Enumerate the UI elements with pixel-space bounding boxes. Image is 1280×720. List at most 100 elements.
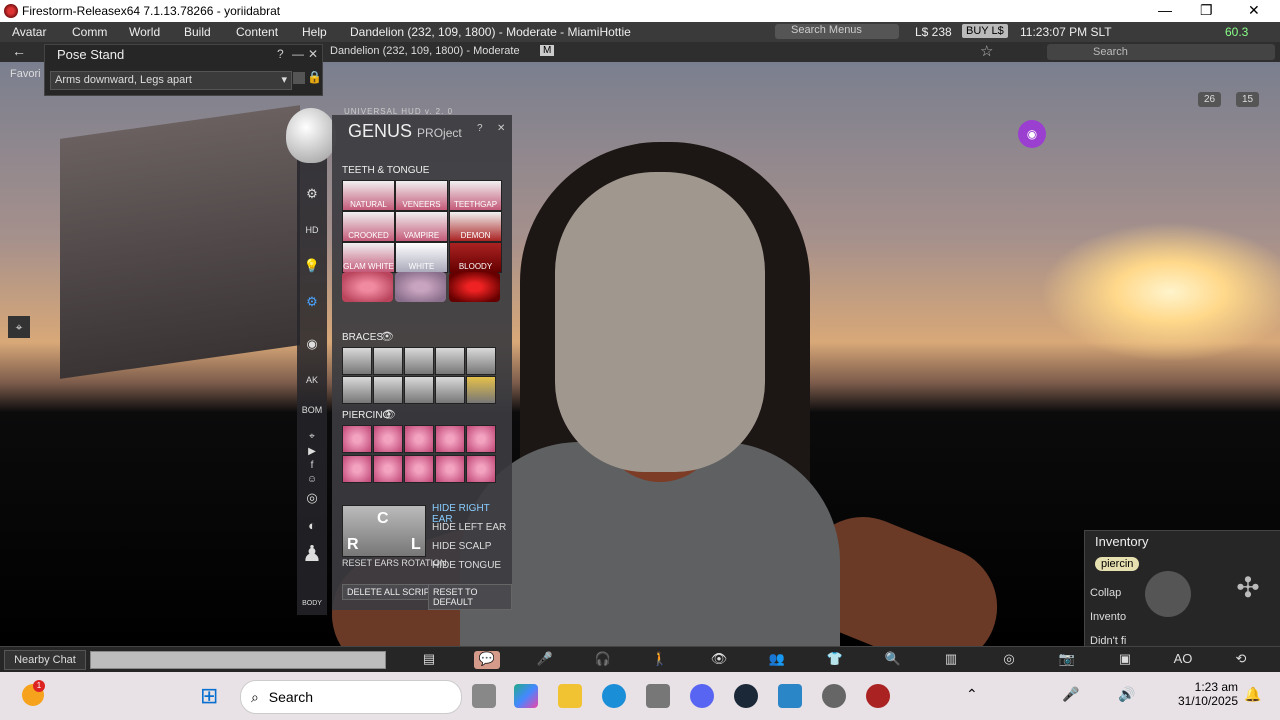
hud-close-button[interactable]: ✕ xyxy=(497,123,505,134)
braces-7[interactable] xyxy=(373,376,403,404)
lock-icon[interactable]: 🔒 xyxy=(307,70,322,84)
hide-tongue-button[interactable]: HIDE TONGUE xyxy=(432,560,501,571)
buy-currency-button[interactable]: BUY L$ xyxy=(962,24,1008,38)
eye-hud-icon[interactable]: ◉ xyxy=(1018,120,1046,148)
ak-toggle[interactable]: AK xyxy=(300,368,324,392)
notifications-icon[interactable]: 🔔 xyxy=(1244,686,1261,703)
reset-ears-button[interactable]: RESET EARS ROTATION xyxy=(342,558,447,568)
braces-10[interactable] xyxy=(466,376,496,404)
teeth-natural[interactable]: NATURAL xyxy=(342,180,395,211)
braces-eye-icon[interactable]: 👁 xyxy=(380,330,394,343)
shirt-icon[interactable]: 👕 xyxy=(822,651,848,669)
star-favorite-icon[interactable]: ☆ xyxy=(980,42,993,60)
notecard-icon[interactable]: ▤ xyxy=(416,651,442,669)
radar-icon[interactable]: ◎ xyxy=(996,651,1022,669)
menu-avatar[interactable]: Avatar xyxy=(12,25,46,39)
head-icon[interactable] xyxy=(286,108,336,163)
braces-8[interactable] xyxy=(404,376,434,404)
hud-help-button[interactable]: ? xyxy=(477,123,483,134)
pose-help-button[interactable]: ? xyxy=(277,47,284,61)
teeth-veneers[interactable]: VENEERS xyxy=(395,180,448,211)
close-window-button[interactable]: ✕ xyxy=(1248,2,1260,19)
location-field[interactable]: Dandelion (232, 109, 1800) - Moderate xyxy=(330,45,520,57)
inventory-icon[interactable]: ▣ xyxy=(1112,651,1138,669)
lightbulb-icon[interactable]: 💡 xyxy=(300,254,324,278)
piercing-eye-icon[interactable]: 👁 xyxy=(382,408,396,421)
camera-joystick[interactable] xyxy=(1145,571,1191,617)
discord-taskbar-icon[interactable] xyxy=(690,684,714,708)
piercing-3[interactable] xyxy=(404,425,434,453)
search-icon[interactable]: 🔍 xyxy=(880,651,906,669)
piercing-4[interactable] xyxy=(435,425,465,453)
braces-3[interactable] xyxy=(404,347,434,375)
settings-gear-icon[interactable]: ⚙ xyxy=(300,290,324,314)
piercing-2[interactable] xyxy=(373,425,403,453)
body-figure-icon[interactable]: ♟ xyxy=(300,542,324,592)
menu-world[interactable]: World xyxy=(129,25,160,39)
copilot-icon[interactable] xyxy=(514,684,538,708)
pose-minimize-button[interactable]: — xyxy=(292,47,304,61)
piercing-7[interactable] xyxy=(373,455,403,483)
tongue-purple[interactable] xyxy=(395,272,446,302)
windows-start-icon[interactable]: ⊞ xyxy=(200,684,224,708)
piercing-1[interactable] xyxy=(342,425,372,453)
lips-icon[interactable]: ◐ xyxy=(300,514,324,538)
taskbar-clock[interactable]: 1:23 am 31/10/2025 xyxy=(1168,680,1238,708)
maximize-button[interactable]: ❐ xyxy=(1200,2,1213,19)
gesture-icon[interactable]: ⟲ xyxy=(1228,651,1254,669)
hide-scalp-button[interactable]: HIDE SCALP xyxy=(432,541,491,552)
piercing-8[interactable] xyxy=(404,455,434,483)
teeth-glam-white[interactable]: GLAM WHITE xyxy=(342,242,395,273)
tongue-red[interactable] xyxy=(449,272,500,302)
eye-ball-icon[interactable]: ◉ xyxy=(300,332,324,356)
obs-icon[interactable] xyxy=(822,684,846,708)
piercing-5[interactable] xyxy=(466,425,496,453)
back-arrow-icon[interactable]: ← xyxy=(12,43,26,59)
firestorm-taskbar-icon[interactable] xyxy=(866,684,890,708)
piercing-6[interactable] xyxy=(342,455,372,483)
teeth-vampire[interactable]: VAMPIRE xyxy=(395,211,448,242)
teeth-white[interactable]: WHITE xyxy=(395,242,448,273)
menu-comm[interactable]: Comm xyxy=(72,25,107,39)
dna-icon[interactable]: ⚙ xyxy=(300,182,324,206)
camera-icon[interactable]: 📷 xyxy=(1054,651,1080,669)
view-eye-icon[interactable]: 👁 xyxy=(706,651,732,669)
edge-icon[interactable] xyxy=(602,684,626,708)
braces-2[interactable] xyxy=(373,347,403,375)
menu-content[interactable]: Content xyxy=(236,25,278,39)
pose-close-button[interactable]: ✕ xyxy=(308,47,318,61)
mic-tray-icon[interactable]: 🎤 xyxy=(1062,686,1079,703)
reset-to-default-button[interactable]: RESET TO DEFAULT xyxy=(428,584,512,610)
taskbar-search[interactable]: ⌕ Search xyxy=(240,680,462,714)
file-explorer-icon[interactable] xyxy=(558,684,582,708)
ao-button[interactable]: AO xyxy=(1170,651,1196,669)
piercing-9[interactable] xyxy=(435,455,465,483)
braces-4[interactable] xyxy=(435,347,465,375)
map-icon[interactable]: ▥ xyxy=(938,651,964,669)
task-view-icon[interactable] xyxy=(472,684,496,708)
store-icon[interactable] xyxy=(646,684,670,708)
tongue-pink[interactable] xyxy=(342,272,393,302)
inventory-filter-input[interactable]: piercin xyxy=(1095,557,1140,571)
teeth-demon[interactable]: DEMON xyxy=(449,211,502,242)
chat-bubble-icon[interactable]: 💬 xyxy=(474,651,500,669)
minimize-button[interactable]: — xyxy=(1158,2,1172,18)
teeth-bloody[interactable]: BLOODY xyxy=(449,242,502,273)
braces-5[interactable] xyxy=(466,347,496,375)
bom-toggle[interactable]: BOM xyxy=(300,398,324,422)
headphones-icon[interactable]: 🎧 xyxy=(590,651,616,669)
hide-left-ear-button[interactable]: HIDE LEFT EAR xyxy=(432,522,506,533)
microphone-icon[interactable]: 🎤 xyxy=(532,651,558,669)
braces-1[interactable] xyxy=(342,347,372,375)
volume-icon[interactable]: 🔊 xyxy=(1118,686,1135,703)
search-input[interactable]: Search xyxy=(1047,44,1275,60)
piercing-10[interactable] xyxy=(466,455,496,483)
menu-help[interactable]: Help xyxy=(302,25,327,39)
movement-arrows-icon[interactable]: ✣ xyxy=(1225,571,1271,617)
eye-icon[interactable]: ◎ xyxy=(300,486,324,510)
pose-checkbox[interactable] xyxy=(293,72,305,84)
teeth-gap[interactable]: TEETHGAP xyxy=(449,180,502,211)
chat-input[interactable] xyxy=(90,651,386,669)
people-icon[interactable]: 👥 xyxy=(764,651,790,669)
count-badge-a[interactable]: 26 xyxy=(1198,92,1222,107)
